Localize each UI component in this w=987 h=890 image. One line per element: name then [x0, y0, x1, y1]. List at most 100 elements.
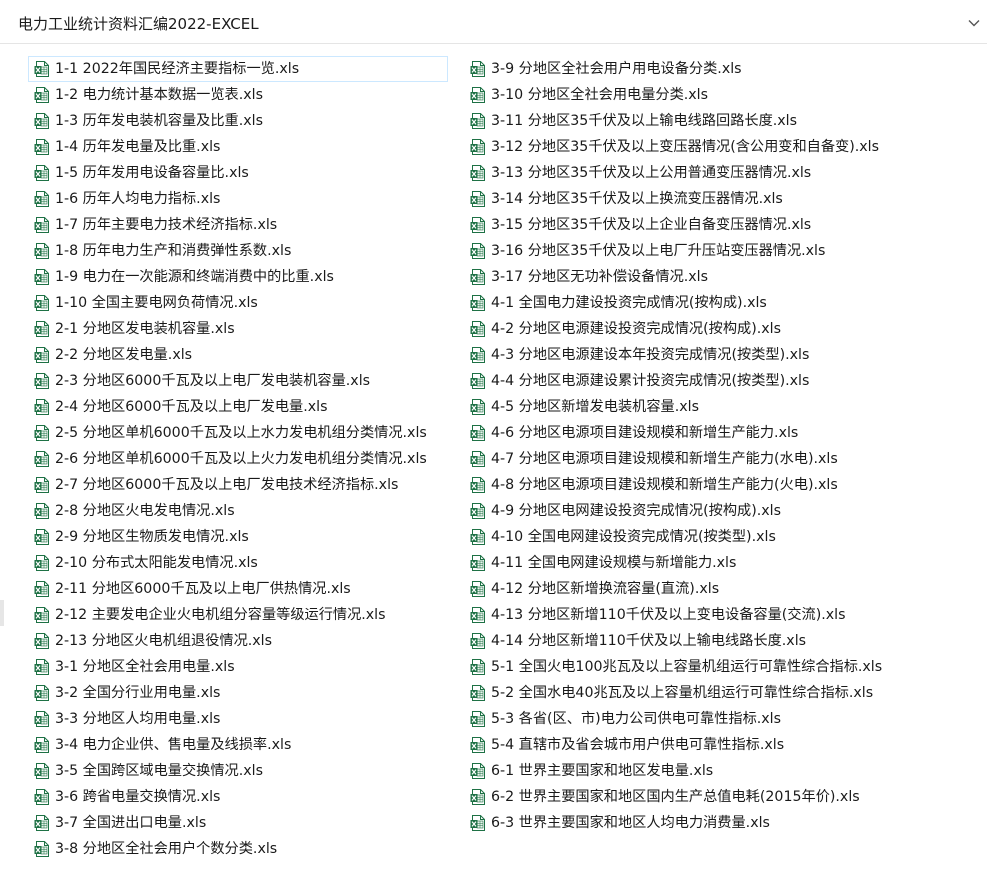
excel-file-icon	[34, 581, 49, 597]
file-item[interactable]: 3-7 全国进出口电量.xls	[28, 810, 448, 836]
excel-file-icon	[470, 737, 485, 753]
file-item[interactable]: 6-3 世界主要国家和地区人均电力消费量.xls	[464, 810, 883, 836]
excel-file-icon	[34, 815, 49, 831]
file-item[interactable]: 2-2 分地区发电量.xls	[28, 342, 448, 368]
file-name: 1-5 历年发用电设备容量比.xls	[55, 165, 249, 181]
file-name: 4-14 分地区新增110千伏及以上输电线路长度.xls	[491, 633, 807, 649]
excel-file-icon	[470, 581, 485, 597]
file-item[interactable]: 5-1 全国火电100兆瓦及以上容量机组运行可靠性综合指标.xls	[464, 654, 883, 680]
excel-file-icon	[34, 659, 49, 675]
file-item[interactable]: 1-3 历年发电装机容量及比重.xls	[28, 108, 448, 134]
file-name: 5-1 全国火电100兆瓦及以上容量机组运行可靠性综合指标.xls	[491, 659, 883, 675]
file-name: 4-8 分地区电源项目建设规模和新增生产能力(火电).xls	[491, 477, 838, 493]
file-item[interactable]: 2-9 分地区生物质发电情况.xls	[28, 524, 448, 550]
excel-file-icon	[470, 347, 485, 363]
excel-file-icon	[34, 425, 49, 441]
file-item[interactable]: 4-4 分地区电源建设累计投资完成情况(按类型).xls	[464, 368, 883, 394]
excel-file-icon	[34, 243, 49, 259]
file-name: 3-5 全国跨区域电量交换情况.xls	[55, 763, 263, 779]
file-item[interactable]: 1-8 历年电力生产和消费弹性系数.xls	[28, 238, 448, 264]
excel-file-icon	[470, 399, 485, 415]
excel-file-icon	[470, 451, 485, 467]
file-item[interactable]: 6-1 世界主要国家和地区发电量.xls	[464, 758, 883, 784]
file-item[interactable]: 2-7 分地区6000千瓦及以上电厂发电技术经济指标.xls	[28, 472, 448, 498]
file-item[interactable]: 2-10 分布式太阳能发电情况.xls	[28, 550, 448, 576]
file-name: 4-3 分地区电源建设本年投资完成情况(按类型).xls	[491, 347, 810, 363]
file-item[interactable]: 3-17 分地区无功补偿设备情况.xls	[464, 264, 883, 290]
file-item[interactable]: 2-12 主要发电企业火电机组分容量等级运行情况.xls	[28, 602, 448, 628]
file-item[interactable]: 3-13 分地区35千伏及以上公用普通变压器情况.xls	[464, 160, 883, 186]
file-item[interactable]: 3-16 分地区35千伏及以上电厂升压站变压器情况.xls	[464, 238, 883, 264]
file-name: 3-17 分地区无功补偿设备情况.xls	[491, 269, 709, 285]
file-item[interactable]: 3-5 全国跨区域电量交换情况.xls	[28, 758, 448, 784]
file-name: 1-10 全国主要电网负荷情况.xls	[55, 295, 258, 311]
file-name: 3-15 分地区35千伏及以上企业自备变压器情况.xls	[491, 217, 812, 233]
file-item[interactable]: 2-8 分地区火电发电情况.xls	[28, 498, 448, 524]
file-item[interactable]: 1-6 历年人均电力指标.xls	[28, 186, 448, 212]
file-item[interactable]: 3-2 全国分行业用电量.xls	[28, 680, 448, 706]
file-item[interactable]: 4-11 全国电网建设规模与新增能力.xls	[464, 550, 883, 576]
excel-file-icon	[34, 633, 49, 649]
file-item[interactable]: 4-9 分地区电网建设投资完成情况(按构成).xls	[464, 498, 883, 524]
file-item[interactable]: 5-2 全国水电40兆瓦及以上容量机组运行可靠性综合指标.xls	[464, 680, 883, 706]
file-item[interactable]: 3-15 分地区35千伏及以上企业自备变压器情况.xls	[464, 212, 883, 238]
file-name: 2-11 分地区6000千瓦及以上电厂供热情况.xls	[55, 581, 351, 597]
file-item[interactable]: 4-10 全国电网建设投资完成情况(按类型).xls	[464, 524, 883, 550]
excel-file-icon	[34, 373, 49, 389]
file-item[interactable]: 2-5 分地区单机6000千瓦及以上水力发电机组分类情况.xls	[28, 420, 448, 446]
file-item[interactable]: 4-5 分地区新增发电装机容量.xls	[464, 394, 883, 420]
file-item[interactable]: 3-10 分地区全社会用电量分类.xls	[464, 82, 883, 108]
file-item[interactable]: 1-1 2022年国民经济主要指标一览.xls	[28, 56, 448, 82]
excel-file-icon	[470, 87, 485, 103]
file-item[interactable]: 2-1 分地区发电装机容量.xls	[28, 316, 448, 342]
file-item[interactable]: 3-9 分地区全社会用户用电设备分类.xls	[464, 56, 883, 82]
file-item[interactable]: 1-7 历年主要电力技术经济指标.xls	[28, 212, 448, 238]
chevron-down-icon[interactable]	[967, 16, 981, 30]
file-item[interactable]: 4-1 全国电力建设投资完成情况(按构成).xls	[464, 290, 883, 316]
excel-file-icon	[470, 113, 485, 129]
file-item[interactable]: 1-5 历年发用电设备容量比.xls	[28, 160, 448, 186]
file-item[interactable]: 4-7 分地区电源项目建设规模和新增生产能力(水电).xls	[464, 446, 883, 472]
file-item[interactable]: 4-13 分地区新增110千伏及以上变电设备容量(交流).xls	[464, 602, 883, 628]
file-name: 2-4 分地区6000千瓦及以上电厂发电量.xls	[55, 399, 328, 415]
file-name: 4-2 分地区电源建设投资完成情况(按构成).xls	[491, 321, 781, 337]
file-item[interactable]: 3-14 分地区35千伏及以上换流变压器情况.xls	[464, 186, 883, 212]
file-item[interactable]: 5-3 各省(区、市)电力公司供电可靠性指标.xls	[464, 706, 883, 732]
file-item[interactable]: 1-10 全国主要电网负荷情况.xls	[28, 290, 448, 316]
excel-file-icon	[470, 139, 485, 155]
excel-file-icon	[470, 373, 485, 389]
file-name: 2-8 分地区火电发电情况.xls	[55, 503, 235, 519]
file-item[interactable]: 4-2 分地区电源建设投资完成情况(按构成).xls	[464, 316, 883, 342]
file-item[interactable]: 3-12 分地区35千伏及以上变压器情况(含公用变和自备变).xls	[464, 134, 883, 160]
excel-file-icon	[34, 529, 49, 545]
file-list: 1-1 2022年国民经济主要指标一览.xls 1-2 电力统计基本数据一览表.x…	[28, 56, 968, 876]
file-item[interactable]: 1-2 电力统计基本数据一览表.xls	[28, 82, 448, 108]
file-name: 5-2 全国水电40兆瓦及以上容量机组运行可靠性综合指标.xls	[491, 685, 874, 701]
file-item[interactable]: 1-4 历年发电量及比重.xls	[28, 134, 448, 160]
file-item[interactable]: 2-6 分地区单机6000千瓦及以上火力发电机组分类情况.xls	[28, 446, 448, 472]
file-name: 3-1 分地区全社会用电量.xls	[55, 659, 235, 675]
file-name: 1-2 电力统计基本数据一览表.xls	[55, 87, 263, 103]
file-item[interactable]: 4-12 分地区新增换流容量(直流).xls	[464, 576, 883, 602]
file-item[interactable]: 1-9 电力在一次能源和终端消费中的比重.xls	[28, 264, 448, 290]
file-item[interactable]: 5-4 直辖市及省会城市用户供电可靠性指标.xls	[464, 732, 883, 758]
file-item[interactable]: 3-11 分地区35千伏及以上输电线路回路长度.xls	[464, 108, 883, 134]
file-column-left: 1-1 2022年国民经济主要指标一览.xls 1-2 电力统计基本数据一览表.x…	[28, 56, 448, 862]
file-item[interactable]: 3-3 分地区人均用电量.xls	[28, 706, 448, 732]
file-name: 3-8 分地区全社会用户个数分类.xls	[55, 841, 278, 857]
file-item[interactable]: 4-8 分地区电源项目建设规模和新增生产能力(火电).xls	[464, 472, 883, 498]
file-item[interactable]: 6-2 世界主要国家和地区国内生产总值电耗(2015年价).xls	[464, 784, 883, 810]
file-item[interactable]: 2-3 分地区6000千瓦及以上电厂发电装机容量.xls	[28, 368, 448, 394]
excel-file-icon	[34, 451, 49, 467]
file-item[interactable]: 4-14 分地区新增110千伏及以上输电线路长度.xls	[464, 628, 883, 654]
excel-file-icon	[470, 529, 485, 545]
file-item[interactable]: 2-11 分地区6000千瓦及以上电厂供热情况.xls	[28, 576, 448, 602]
file-item[interactable]: 3-1 分地区全社会用电量.xls	[28, 654, 448, 680]
file-item[interactable]: 3-4 电力企业供、售电量及线损率.xls	[28, 732, 448, 758]
file-item[interactable]: 4-3 分地区电源建设本年投资完成情况(按类型).xls	[464, 342, 883, 368]
file-item[interactable]: 4-6 分地区电源项目建设规模和新增生产能力.xls	[464, 420, 883, 446]
file-item[interactable]: 2-4 分地区6000千瓦及以上电厂发电量.xls	[28, 394, 448, 420]
file-item[interactable]: 3-6 跨省电量交换情况.xls	[28, 784, 448, 810]
file-item[interactable]: 3-8 分地区全社会用户个数分类.xls	[28, 836, 448, 862]
file-item[interactable]: 2-13 分地区火电机组退役情况.xls	[28, 628, 448, 654]
